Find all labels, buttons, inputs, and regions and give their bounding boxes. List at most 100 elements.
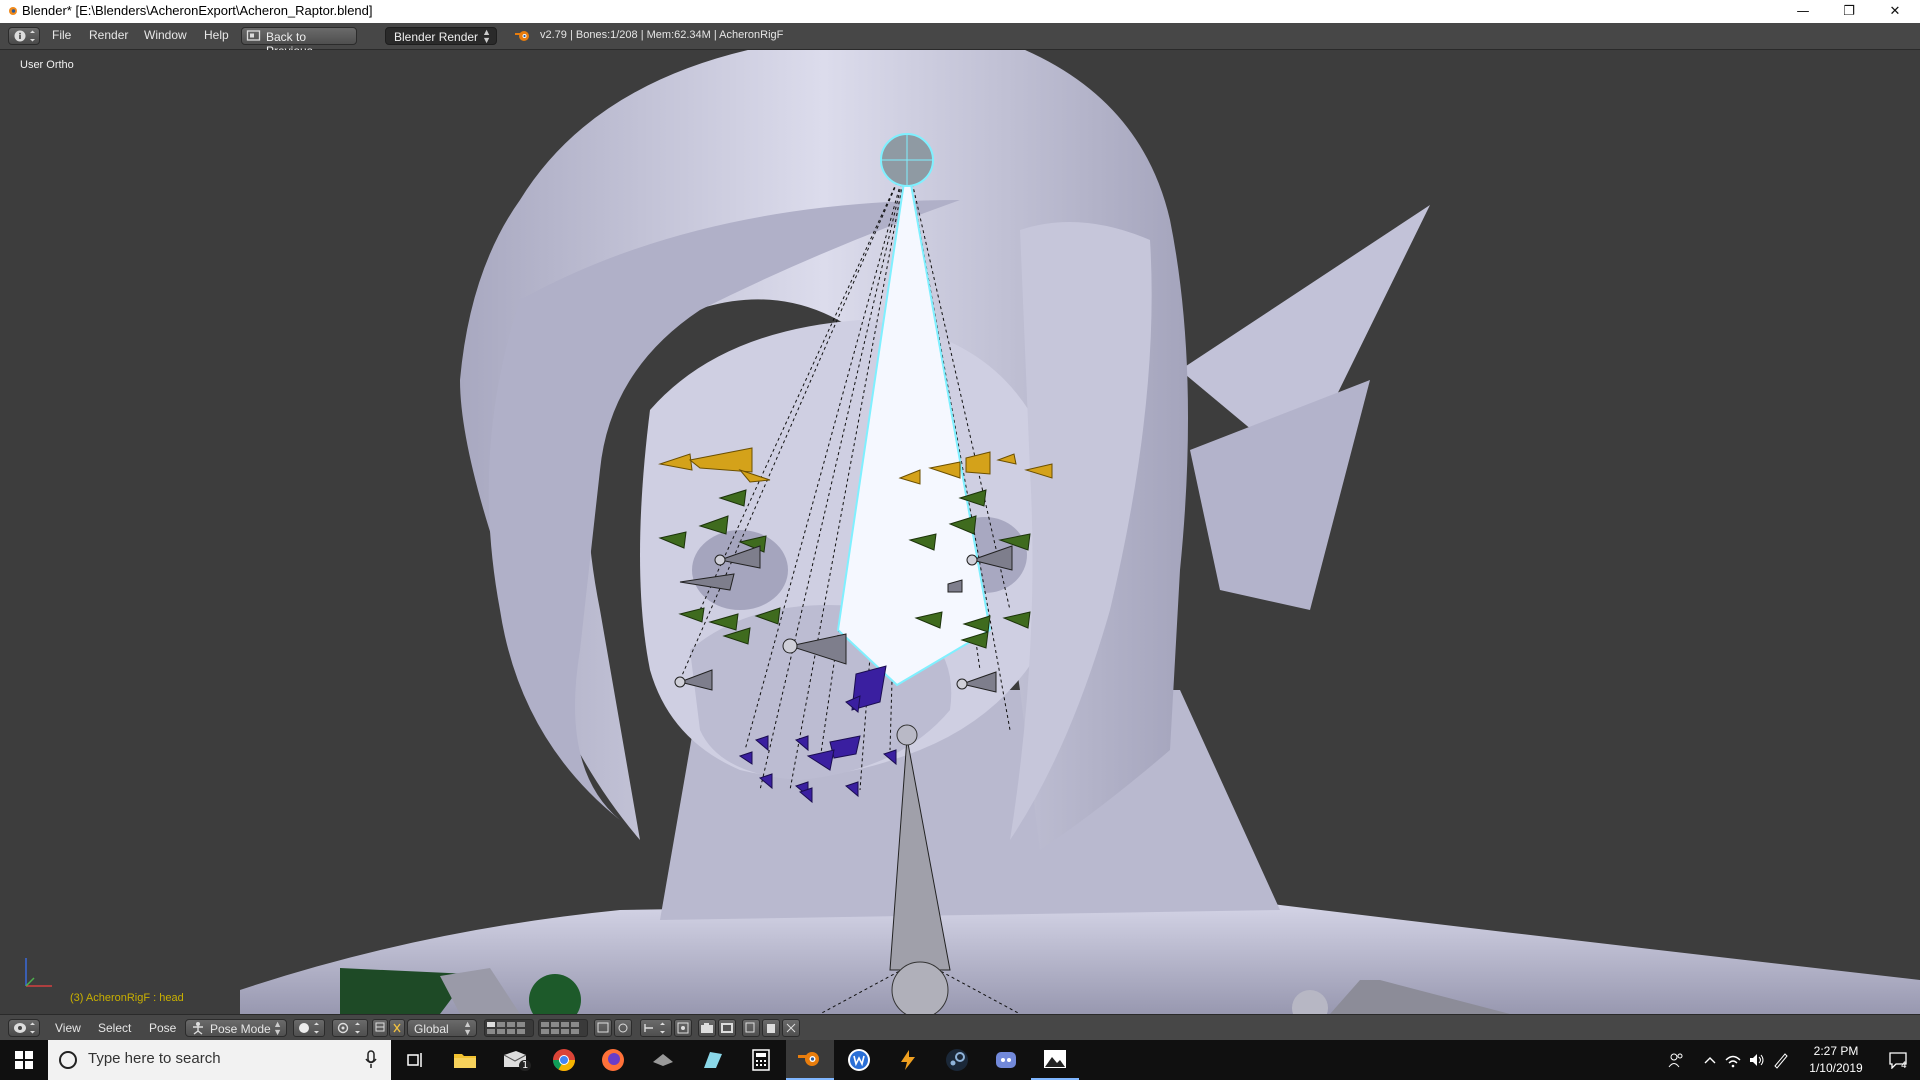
pose-lib-icon: [597, 1022, 609, 1033]
blender-taskbar-icon: [798, 1052, 819, 1066]
layers-icon-2: [541, 1022, 579, 1034]
paste-flipped-icon: [786, 1023, 796, 1033]
taskbar-search-box[interactable]: Type here to search: [48, 1040, 391, 1080]
info-icon: [14, 30, 35, 42]
taskbar-app-blue[interactable]: [688, 1040, 736, 1080]
minimize-button[interactable]: —: [1780, 0, 1826, 23]
wifi-icon: [1725, 1055, 1741, 1068]
dropdown-arrows-icon: ▲ ▼: [482, 27, 491, 45]
pose-mode-icon: [193, 1022, 203, 1035]
viewport-scene[interactable]: [0, 50, 1920, 1014]
taskbar-firefox[interactable]: [589, 1040, 637, 1080]
active-object-label: (3) AcheronRigF : head: [70, 992, 184, 1004]
menu-window[interactable]: Window: [144, 28, 187, 42]
interaction-mode-value: Pose Mode: [210, 1022, 271, 1036]
transform-orientation-select[interactable]: Global ▲ ▼: [407, 1019, 477, 1037]
mode-dropdown-arrows-icon: ▲ ▼: [273, 1019, 282, 1037]
menu-help[interactable]: Help: [204, 28, 229, 42]
bone-neck-joint: [896, 724, 918, 746]
taskbar-discord[interactable]: [982, 1040, 1030, 1080]
tray-network-button[interactable]: [1722, 1040, 1744, 1080]
cortana-icon: [59, 1051, 77, 1069]
game-app-icon: [653, 1054, 673, 1066]
film-icon: [721, 1023, 733, 1033]
copy-pose-button[interactable]: [742, 1019, 760, 1037]
axis-gizmo: [25, 958, 52, 987]
notification-count: 4: [1901, 1061, 1907, 1071]
start-button[interactable]: [0, 1040, 48, 1080]
rotate-manipulator-icon: [393, 1023, 401, 1033]
pivot-point-select[interactable]: [332, 1019, 368, 1037]
close-icon: ✕: [1889, 4, 1901, 19]
tray-pen-button[interactable]: [1770, 1040, 1792, 1080]
menu-pose[interactable]: Pose: [149, 1021, 176, 1035]
taskbar-app-w[interactable]: [835, 1040, 883, 1080]
taskbar-calculator[interactable]: [737, 1040, 785, 1080]
copy-pose-icon: [745, 1022, 755, 1033]
auto-ik-button[interactable]: [614, 1019, 632, 1037]
taskbar-chrome[interactable]: [540, 1040, 588, 1080]
clock-date: 1/10/2019: [1809, 1061, 1863, 1075]
tray-overflow-button[interactable]: [1700, 1040, 1720, 1080]
info-header: File Render Window Help Back to Previous…: [0, 23, 1920, 58]
bone-chest-joint: [891, 961, 949, 1014]
taskbar-photos[interactable]: [1031, 1040, 1079, 1080]
chrome-icon: [553, 1049, 575, 1071]
snap-target-button[interactable]: [674, 1019, 692, 1037]
3d-viewport[interactable]: User Ortho (3) AcheronRigF : head: [0, 50, 1920, 1014]
microphone-icon: [365, 1050, 377, 1068]
orientation-dropdown-arrows-icon: ▲ ▼: [463, 1019, 472, 1037]
taskbar-blender-active[interactable]: [786, 1040, 834, 1080]
folder-icon: [454, 1054, 476, 1068]
render-animation-button[interactable]: [718, 1019, 736, 1037]
restore-button[interactable]: ❐: [1826, 0, 1872, 23]
back-to-previous-button[interactable]: Back to Previous: [241, 27, 357, 58]
taskbar-file-explorer[interactable]: [441, 1040, 489, 1080]
render-engine-select[interactable]: Blender Render ▲ ▼: [385, 27, 497, 45]
layers-icon: [487, 1022, 525, 1034]
blender-logo-icon: [515, 31, 529, 41]
windows-logo-icon: [15, 1051, 33, 1069]
snap-target-icon: [677, 1022, 689, 1034]
menu-view[interactable]: View: [55, 1021, 81, 1035]
pose-library-button[interactable]: [594, 1019, 612, 1037]
close-button[interactable]: ✕: [1872, 0, 1918, 23]
firefox-icon: [602, 1049, 624, 1071]
taskbar-app-lightning[interactable]: [884, 1040, 932, 1080]
taskbar-app-dark[interactable]: [639, 1040, 687, 1080]
status-info: v2.79 | Bones:1/208 | Mem:62.34M | Acher…: [540, 29, 784, 41]
viewport-shading-select[interactable]: [293, 1019, 325, 1037]
render-engine-value: Blender Render: [394, 30, 479, 44]
window-title: Blender* [E:\Blenders\AcheronExport\Ache…: [22, 3, 373, 18]
viewport-editor-type-button[interactable]: [8, 1019, 40, 1037]
action-center-button[interactable]: 4: [1880, 1040, 1916, 1080]
snap-element-select[interactable]: [640, 1019, 672, 1037]
paste-pose-button[interactable]: [762, 1019, 780, 1037]
window-titlebar: Blender* [E:\Blenders\AcheronExport\Ache…: [0, 0, 1920, 23]
pen-icon: [1774, 1053, 1788, 1069]
layer-grid-1[interactable]: [484, 1019, 534, 1037]
windows-taskbar: Type here to search 1 2:27 PM 1/10/2019 …: [0, 1040, 1920, 1080]
people-icon: [1668, 1053, 1683, 1068]
tray-volume-button[interactable]: [1746, 1040, 1768, 1080]
taskbar-mail[interactable]: 1: [491, 1040, 539, 1080]
taskbar-clock[interactable]: 2:27 PM 1/10/2019: [1796, 1043, 1876, 1077]
chain-icon: [618, 1023, 628, 1033]
layer-grid-2[interactable]: [538, 1019, 588, 1037]
menu-select[interactable]: Select: [98, 1021, 131, 1035]
manipulator-icon: [375, 1022, 385, 1032]
manipulator-toggle[interactable]: [372, 1019, 388, 1037]
render-button[interactable]: [698, 1019, 716, 1037]
transform-manipulator-button[interactable]: [389, 1019, 405, 1037]
interaction-mode-select[interactable]: Pose Mode ▲ ▼: [185, 1019, 287, 1037]
paste-flipped-pose-button[interactable]: [782, 1019, 800, 1037]
tray-people-button[interactable]: [1664, 1040, 1688, 1080]
editor-type-button[interactable]: [8, 27, 40, 45]
menu-file[interactable]: File: [52, 28, 71, 42]
discord-icon: [996, 1052, 1016, 1068]
menu-render[interactable]: Render: [89, 28, 128, 42]
task-view-button[interactable]: [391, 1040, 439, 1080]
solid-shading-icon: [299, 1022, 319, 1034]
taskbar-steam[interactable]: [933, 1040, 981, 1080]
minimize-icon: —: [1796, 4, 1810, 19]
